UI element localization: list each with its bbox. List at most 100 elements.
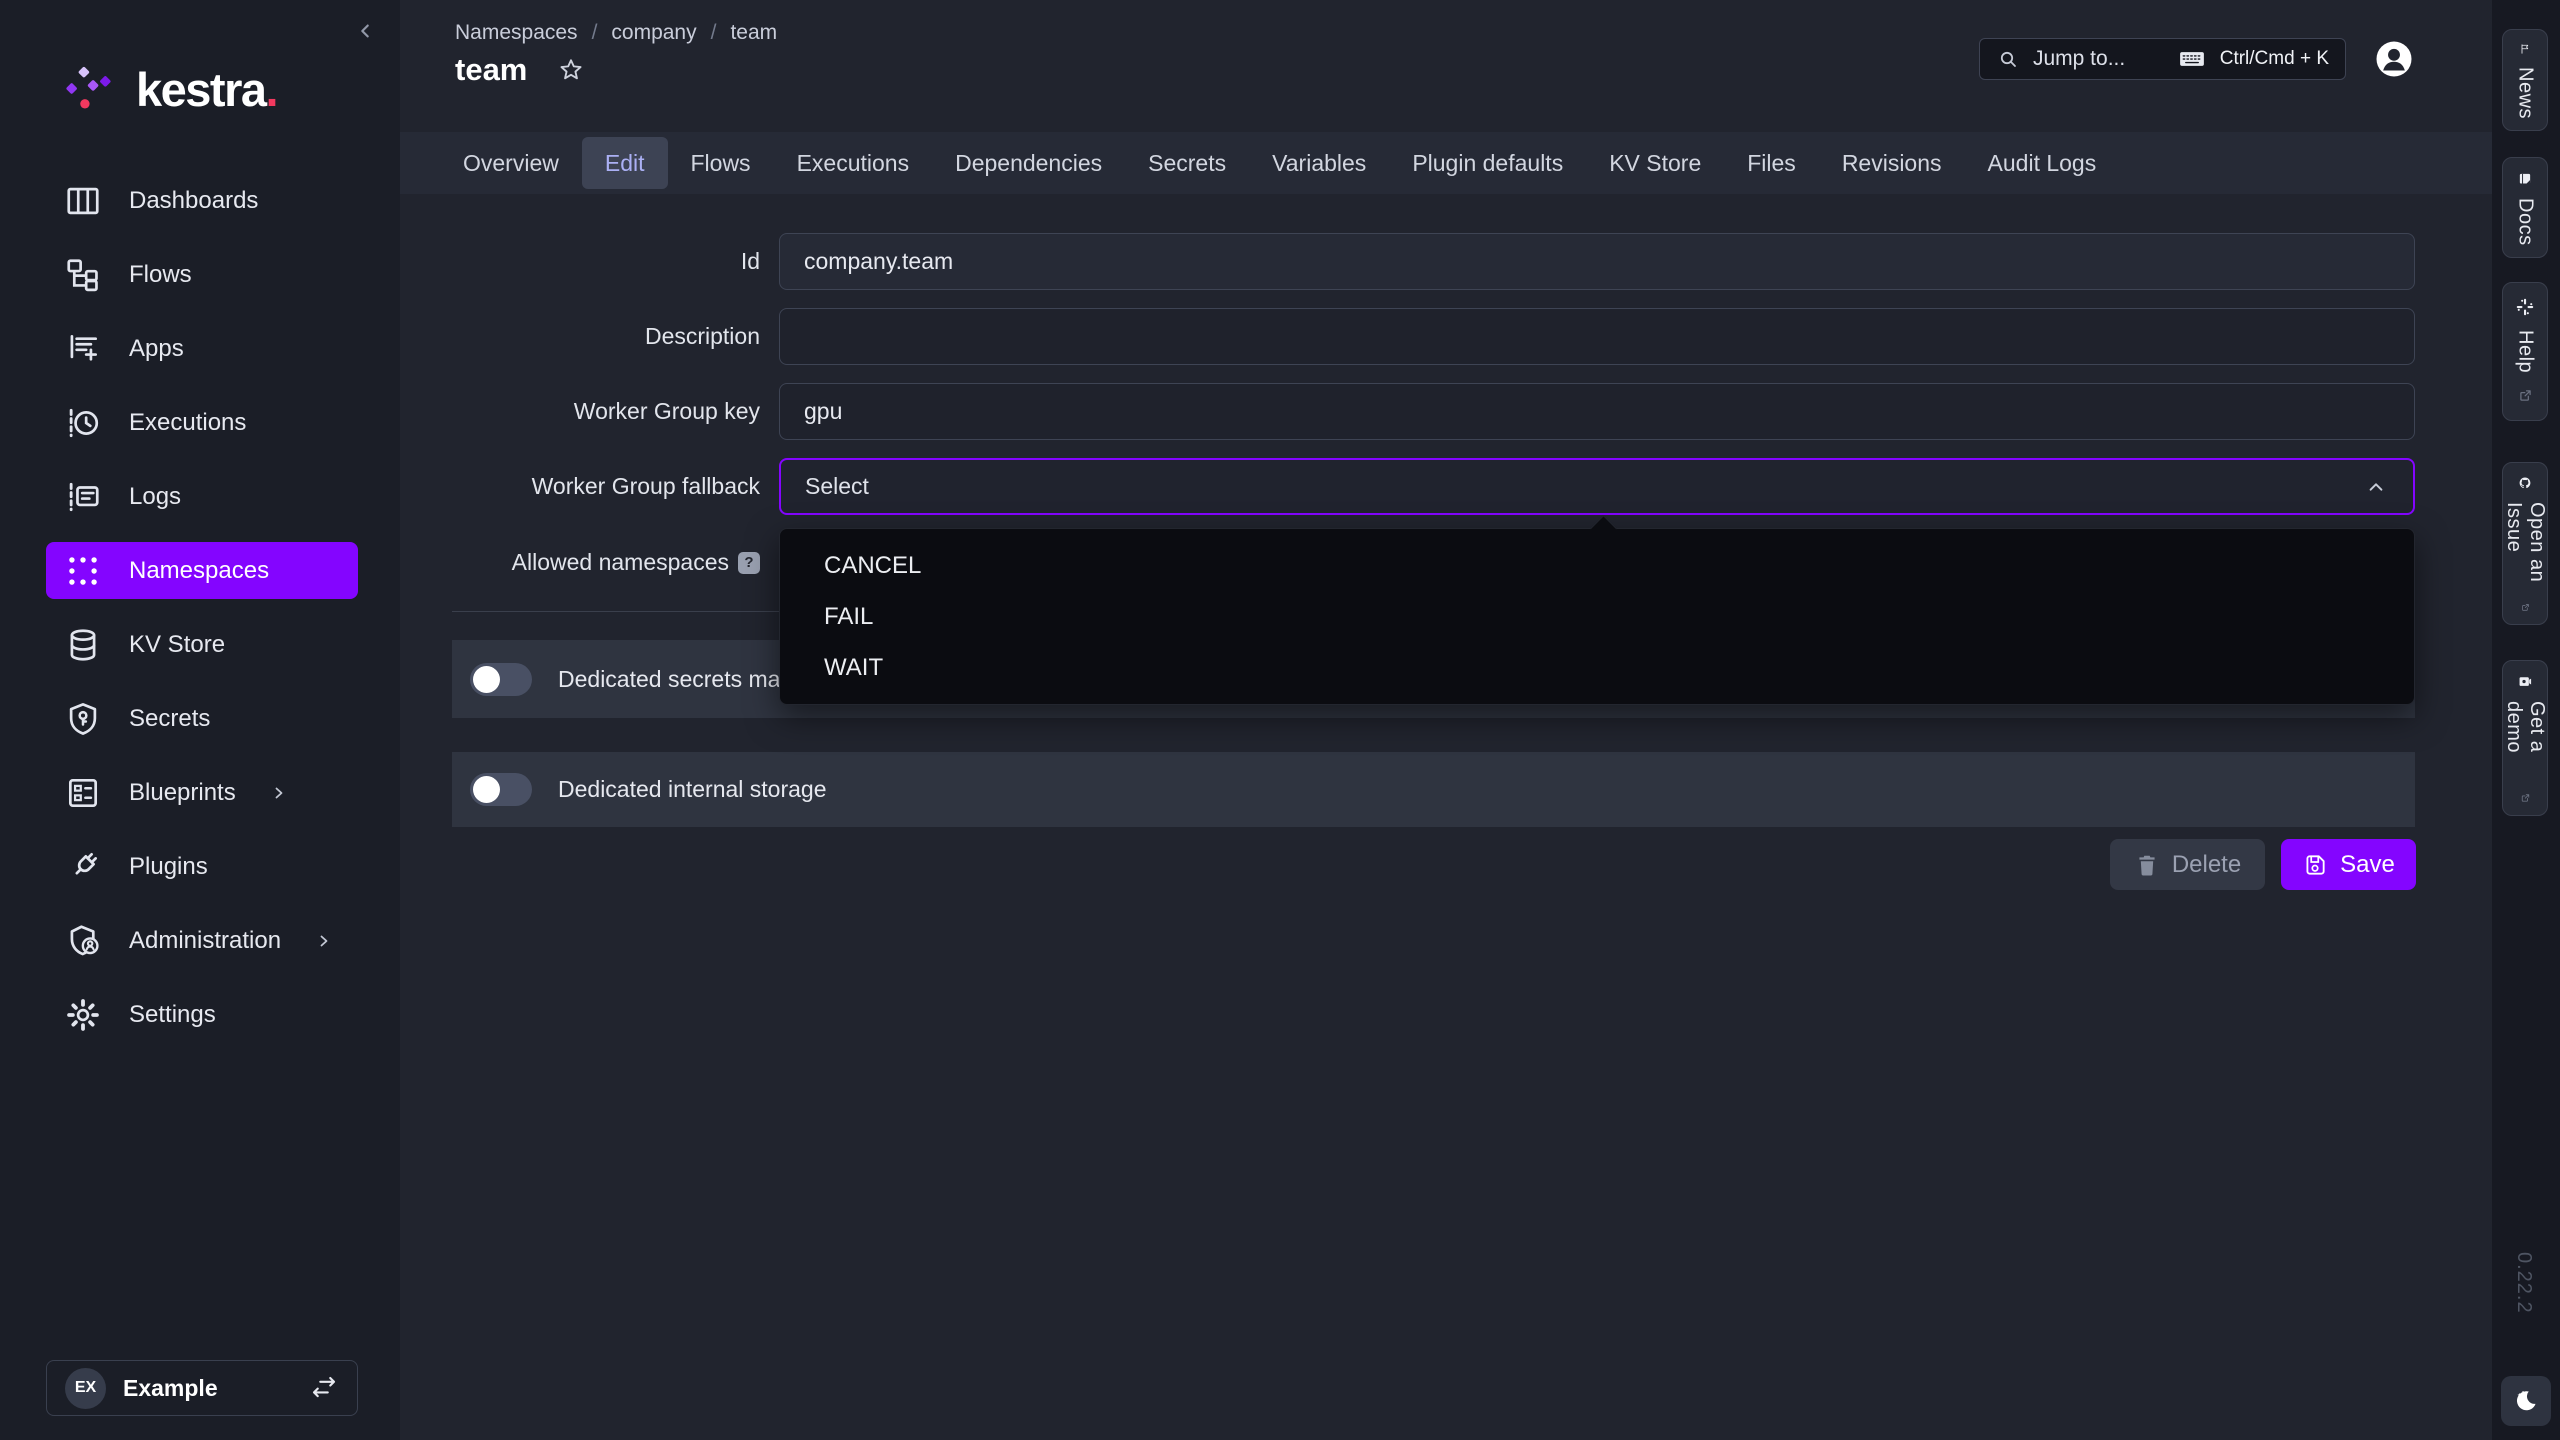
database-icon [64, 626, 102, 664]
gear-icon [64, 996, 102, 1034]
breadcrumb-namespaces[interactable]: Namespaces [455, 21, 578, 45]
breadcrumb-company[interactable]: company [611, 21, 696, 45]
breadcrumb-separator: / [592, 21, 598, 45]
news-button[interactable]: News [2502, 29, 2548, 131]
sidebar-item-plugins[interactable]: Plugins [46, 838, 358, 895]
kestra-app: kestra. Dashboards Flows Apps Executions [0, 0, 2560, 1440]
tab-files[interactable]: Files [1724, 132, 1819, 194]
sidebar-item-namespaces[interactable]: Namespaces [46, 542, 358, 599]
executions-icon [64, 404, 102, 442]
sidebar: kestra. Dashboards Flows Apps Executions [0, 0, 400, 1440]
search-input[interactable]: Jump to... Ctrl/Cmd + K [1979, 38, 2346, 80]
option-cancel[interactable]: CANCEL [780, 540, 2414, 591]
chevron-right-icon [312, 929, 336, 953]
sidebar-nav: Dashboards Flows Apps Executions Logs Na… [0, 172, 400, 1060]
breadcrumb-team: team [730, 21, 777, 45]
sidebar-item-label: Dashboards [129, 187, 258, 215]
tab-audit-logs[interactable]: Audit Logs [1965, 132, 2120, 194]
shield-key-icon [64, 700, 102, 738]
blueprints-icon [64, 774, 102, 812]
save-button[interactable]: Save [2281, 839, 2416, 890]
worker-group-fallback-dropdown: CANCEL FAIL WAIT [779, 528, 2415, 705]
help-badge-icon[interactable]: ? [738, 552, 760, 574]
worker-group-fallback-label: Worker Group fallback [400, 458, 760, 515]
sidebar-item-label: Secrets [129, 705, 210, 733]
sidebar-item-blueprints[interactable]: Blueprints [46, 764, 358, 821]
sidebar-item-dashboards[interactable]: Dashboards [46, 172, 358, 229]
description-field[interactable] [779, 308, 2415, 365]
breadcrumb-separator: / [711, 21, 717, 45]
kestra-logo-icon [60, 64, 118, 114]
sidebar-item-settings[interactable]: Settings [46, 986, 358, 1043]
sidebar-item-label: KV Store [129, 631, 225, 659]
external-link-icon [2517, 602, 2534, 613]
trash-icon [2134, 852, 2160, 878]
allowed-namespaces-label: Allowed namespaces ? [400, 534, 760, 591]
tab-secrets[interactable]: Secrets [1125, 132, 1249, 194]
sidebar-item-label: Settings [129, 1001, 216, 1029]
sidebar-item-logs[interactable]: Logs [46, 468, 358, 525]
option-wait[interactable]: WAIT [780, 642, 2414, 693]
sidebar-item-flows[interactable]: Flows [46, 246, 358, 303]
favorite-star-icon[interactable] [557, 56, 585, 84]
sidebar-collapse-button[interactable] [352, 18, 378, 44]
dedicated-internal-storage-toggle[interactable] [470, 773, 532, 806]
logs-icon [64, 478, 102, 516]
page-title: team [455, 54, 527, 85]
sidebar-item-label: Executions [129, 409, 246, 437]
tenant-selector[interactable]: EX Example [46, 1360, 358, 1416]
flows-icon [64, 256, 102, 294]
apps-icon [64, 330, 102, 368]
tenant-avatar: EX [65, 1368, 106, 1409]
worker-group-fallback-select[interactable]: Select [779, 458, 2415, 515]
sidebar-item-label: Administration [129, 927, 281, 955]
chevron-up-icon [2363, 474, 2389, 500]
namespaces-icon [64, 552, 102, 590]
tab-variables[interactable]: Variables [1249, 132, 1389, 194]
docs-button[interactable]: Docs [2502, 157, 2548, 258]
sidebar-item-administration[interactable]: Administration [46, 912, 358, 969]
tab-dependencies[interactable]: Dependencies [932, 132, 1125, 194]
worker-group-key-field[interactable]: gpu [779, 383, 2415, 440]
breadcrumb: Namespaces / company / team [455, 21, 777, 45]
user-avatar[interactable] [2373, 38, 2415, 80]
option-fail[interactable]: FAIL [780, 591, 2414, 642]
news-flag-icon [2514, 43, 2536, 55]
tab-bar: Overview Edit Flows Executions Dependenc… [400, 132, 2492, 194]
search-shortcut: Ctrl/Cmd + K [2220, 48, 2329, 70]
open-an-issue-button[interactable]: Open an Issue [2502, 462, 2548, 625]
main-area: Namespaces / company / team team Jump to… [400, 0, 2492, 1440]
tab-overview[interactable]: Overview [440, 132, 582, 194]
external-link-icon [2517, 387, 2534, 404]
worker-group-key-label: Worker Group key [400, 383, 760, 440]
theme-toggle-button[interactable] [2501, 1376, 2551, 1426]
search-icon [1996, 47, 2020, 71]
tab-edit[interactable]: Edit [582, 137, 668, 189]
kestra-logo[interactable]: kestra. [60, 64, 277, 114]
right-rail: News Docs Help Open an Issue Get a demo … [2492, 0, 2560, 1440]
id-label: Id [400, 233, 760, 290]
sidebar-item-kv-store[interactable]: KV Store [46, 616, 358, 673]
title-row: team [455, 54, 585, 85]
delete-button[interactable]: Delete [2110, 839, 2265, 890]
help-button[interactable]: Help [2502, 282, 2548, 421]
tab-kv-store[interactable]: KV Store [1586, 132, 1724, 194]
chevron-right-icon [267, 781, 291, 805]
tab-flows[interactable]: Flows [668, 132, 774, 194]
keyboard-icon [2177, 44, 2207, 74]
github-icon [2514, 476, 2536, 490]
sidebar-item-executions[interactable]: Executions [46, 394, 358, 451]
id-field[interactable]: company.team [779, 233, 2415, 290]
get-a-demo-button[interactable]: Get a demo [2502, 660, 2548, 816]
select-placeholder: Select [805, 473, 869, 500]
toggle-knob [473, 776, 500, 803]
sidebar-item-apps[interactable]: Apps [46, 320, 358, 377]
description-label: Description [400, 308, 760, 365]
dedicated-secrets-manager-toggle[interactable] [470, 663, 532, 696]
tab-executions[interactable]: Executions [774, 132, 933, 194]
tab-plugin-defaults[interactable]: Plugin defaults [1389, 132, 1586, 194]
search-placeholder: Jump to... [2033, 47, 2164, 71]
dashboards-icon [64, 182, 102, 220]
tab-revisions[interactable]: Revisions [1819, 132, 1965, 194]
sidebar-item-secrets[interactable]: Secrets [46, 690, 358, 747]
